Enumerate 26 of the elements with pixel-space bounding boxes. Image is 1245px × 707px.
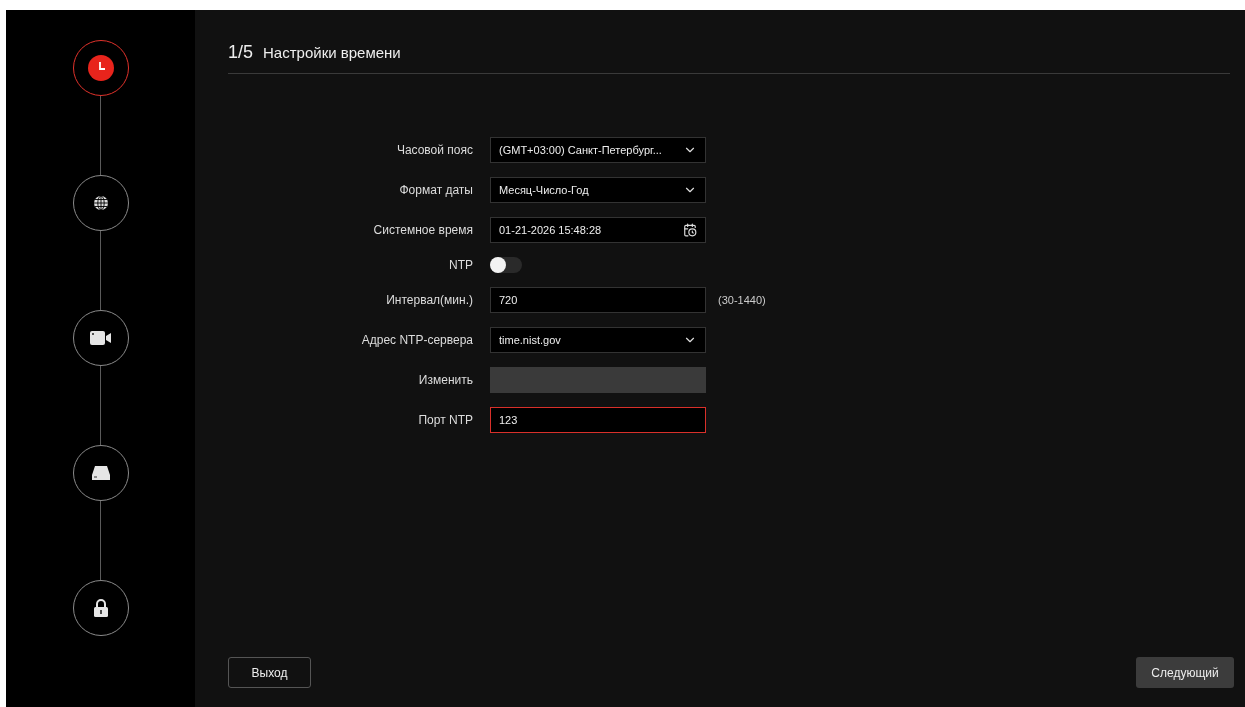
video-camera-icon [89, 331, 112, 345]
hard-drive-icon [91, 466, 110, 480]
range-hint: (30-1440) [718, 294, 767, 306]
field-label: Адрес NTP-сервера [360, 333, 473, 347]
field-label: Интервал(мин.) [385, 293, 473, 307]
lock-icon [93, 599, 108, 617]
field-label: Изменить [417, 373, 473, 387]
input-field[interactable]: 123 [490, 407, 706, 433]
field-label: NTP [448, 258, 473, 272]
date-time-field[interactable]: 01-21-2026 15:48:28 [490, 217, 706, 243]
toggle-switch[interactable] [490, 257, 522, 273]
dropdown[interactable]: time.nist.gov [490, 327, 706, 353]
dropdown[interactable]: (GMT+03:00) Санкт-Петербург... [490, 137, 706, 163]
field-label: Системное время [372, 223, 473, 237]
field-label: Порт NTP [417, 413, 473, 427]
clock-icon [87, 55, 114, 81]
field-label: Часовой пояс [395, 143, 473, 157]
next-button[interactable]: Следующий [1136, 657, 1234, 688]
exit-button[interactable]: Выход [228, 657, 311, 688]
globe-icon [92, 195, 109, 211]
field-label: Формат даты [398, 183, 473, 197]
input-field[interactable]: 720 [490, 287, 706, 313]
calendar-icon [683, 223, 697, 237]
page-title: Настройки времени [263, 44, 401, 61]
step-counter: 1/5 [228, 42, 254, 63]
dropdown[interactable]: Месяц-Число-Год [490, 177, 706, 203]
